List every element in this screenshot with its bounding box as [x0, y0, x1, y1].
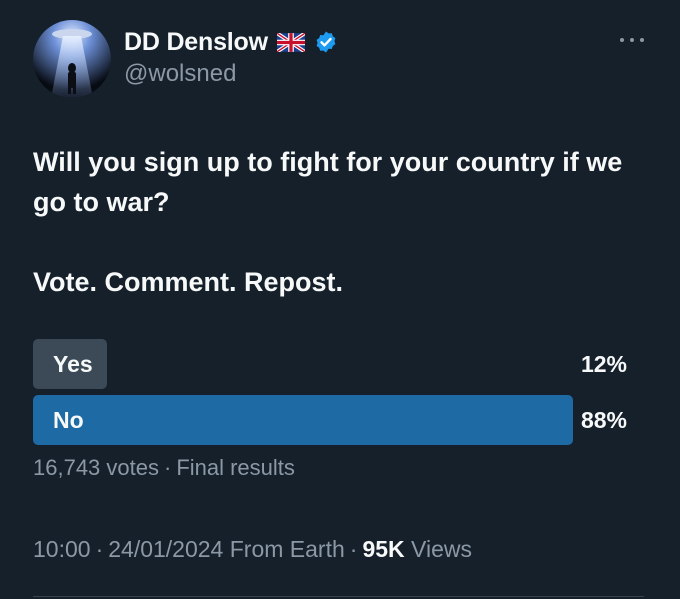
author-name-row[interactable]: DD Denslow [124, 26, 338, 58]
poll-vote-count: 16,743 votes [33, 455, 159, 480]
poll-option-no[interactable]: No 88% [33, 395, 633, 445]
tweet-question: Will you sign up to fight for your count… [33, 147, 623, 217]
tweet-time[interactable]: 10:00 [33, 536, 91, 562]
avatar-image [33, 20, 111, 98]
tweet-call-to-action: Vote. Comment. Repost. [33, 267, 344, 297]
more-dot [620, 38, 624, 42]
poll-meta: 16,743 votes · Final results [33, 455, 295, 480]
poll: Yes 12% No 88% [33, 339, 633, 451]
poll-bar-no [33, 395, 574, 445]
verified-badge-icon[interactable] [314, 30, 338, 54]
tweet-source: From Earth [229, 536, 345, 562]
poll-option-percent: 12% [580, 351, 627, 377]
more-dot [640, 38, 644, 42]
tweet-text: Will you sign up to fight for your count… [33, 142, 653, 302]
more-options-icon[interactable] [620, 30, 644, 50]
author-display-name[interactable]: DD Denslow [124, 28, 268, 57]
author-handle[interactable]: @wolsned [124, 60, 236, 88]
uk-flag-icon [275, 31, 306, 53]
views-count[interactable]: 95K [362, 536, 404, 562]
views-label: Views [411, 536, 472, 562]
tweet-footer: 10:00 · 24/01/2024 From Earth · 95K Views [33, 536, 472, 562]
poll-status: Final results [176, 455, 295, 480]
divider [33, 596, 644, 597]
tweet-card: DD Denslow @wolsned Will you sign up to … [0, 0, 680, 599]
poll-option-label: Yes [53, 351, 93, 377]
avatar[interactable] [33, 20, 111, 98]
poll-option-yes[interactable]: Yes 12% [33, 339, 633, 389]
poll-option-percent: 88% [580, 407, 627, 433]
tweet-date[interactable]: 24/01/2024 [108, 536, 223, 562]
more-dot [630, 38, 634, 42]
poll-option-label: No [53, 407, 84, 433]
